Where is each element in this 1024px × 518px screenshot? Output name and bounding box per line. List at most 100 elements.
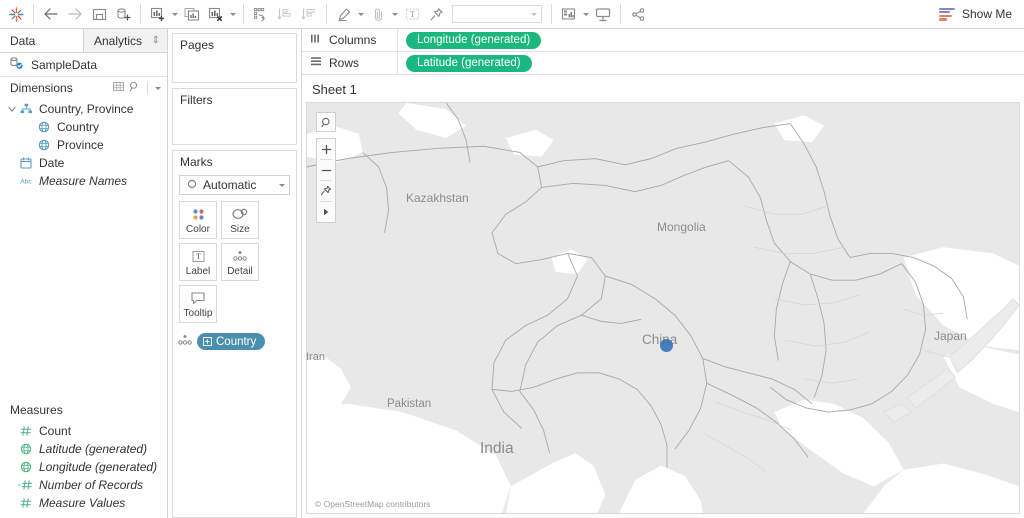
highlight-dropdown[interactable] bbox=[356, 3, 366, 25]
svg-text:Abc: Abc bbox=[20, 179, 32, 186]
map-options-button[interactable] bbox=[317, 202, 335, 222]
toolbar-divider bbox=[33, 4, 34, 24]
columns-pill-longitude[interactable]: Longitude (generated) bbox=[406, 31, 542, 49]
swap-rows-columns-icon[interactable] bbox=[249, 3, 273, 25]
columns-shelf[interactable]: Columns Longitude (generated) bbox=[302, 29, 1024, 52]
chart-clear-icon[interactable] bbox=[204, 3, 228, 25]
field-label: Latitude (generated) bbox=[39, 442, 148, 456]
rows-label: Rows bbox=[329, 56, 360, 70]
text-label-icon[interactable]: T bbox=[400, 3, 424, 25]
zoom-out-button[interactable] bbox=[317, 160, 335, 180]
field-count[interactable]: Count bbox=[0, 422, 167, 440]
share-icon[interactable] bbox=[626, 3, 650, 25]
marks-title: Marks bbox=[180, 155, 213, 169]
filters-title: Filters bbox=[180, 93, 213, 107]
toolbar-annotate-group: T bbox=[332, 0, 448, 28]
field-country[interactable]: Country bbox=[0, 118, 167, 136]
field-date[interactable]: Date bbox=[0, 154, 167, 172]
marks-size-button[interactable]: Size bbox=[221, 201, 259, 239]
marks-detail-label: Detail bbox=[227, 265, 253, 277]
field-longitude-generated[interactable]: Longitude (generated) bbox=[0, 458, 167, 476]
data-source-item[interactable]: SampleData bbox=[0, 53, 167, 77]
fit-selector[interactable] bbox=[452, 5, 542, 23]
marks-detail-button[interactable]: Detail bbox=[221, 243, 259, 281]
sort-descending-icon[interactable] bbox=[297, 3, 321, 25]
pages-card[interactable]: Pages bbox=[172, 33, 297, 83]
calendar-icon bbox=[18, 157, 34, 169]
grid-view-icon[interactable] bbox=[113, 81, 124, 95]
field-number-of-records[interactable]: Number of Records bbox=[0, 476, 167, 494]
field-latitude-generated[interactable]: Latitude (generated) bbox=[0, 440, 167, 458]
presentation-icon[interactable] bbox=[591, 3, 615, 25]
new-sheet-dropdown[interactable] bbox=[170, 3, 180, 25]
cards-dropdown[interactable] bbox=[581, 3, 591, 25]
pan-pin-button[interactable] bbox=[317, 181, 335, 201]
circle-outline-icon bbox=[187, 178, 197, 192]
marks-tooltip-button[interactable]: Tooltip bbox=[179, 285, 217, 323]
columns-shelf-label-group: Columns bbox=[302, 29, 398, 51]
map-label-japan: Japan bbox=[934, 329, 967, 343]
tab-analytics-label: Analytics bbox=[94, 33, 143, 48]
rows-pill-latitude[interactable]: Latitude (generated) bbox=[406, 54, 532, 72]
cards-column: Pages Filters Marks Automatic Color Size… bbox=[168, 29, 302, 518]
map-label-mongolia: Mongolia bbox=[657, 220, 706, 234]
show-me-button[interactable]: Show Me bbox=[938, 7, 1018, 21]
marks-country-pill[interactable]: Country bbox=[197, 333, 266, 350]
clear-sheet-dropdown[interactable] bbox=[228, 3, 238, 25]
map-label-india: India bbox=[480, 440, 514, 457]
chart-duplicate-icon[interactable] bbox=[180, 3, 204, 25]
database-add-icon[interactable] bbox=[111, 3, 135, 25]
tableau-logo-icon[interactable] bbox=[4, 3, 28, 25]
marks-label-button[interactable]: T Label bbox=[179, 243, 217, 281]
rows-shelf-drop-area[interactable]: Latitude (generated) bbox=[398, 52, 1024, 74]
forward-button[interactable] bbox=[63, 3, 87, 25]
rows-shelf[interactable]: Rows Latitude (generated) bbox=[302, 52, 1024, 75]
map-zoom-controls bbox=[316, 138, 336, 223]
data-source-icon bbox=[10, 56, 24, 73]
filters-card[interactable]: Filters bbox=[172, 88, 297, 145]
data-source-label: SampleData bbox=[31, 57, 98, 72]
marks-color-button[interactable]: Color bbox=[179, 201, 217, 239]
cards-icon[interactable] bbox=[557, 3, 581, 25]
columns-label: Columns bbox=[329, 33, 377, 47]
field-label: Count bbox=[39, 424, 72, 438]
dimensions-header-label: Dimensions bbox=[10, 81, 73, 95]
field-measure-values[interactable]: Measure Values bbox=[0, 494, 167, 512]
field-label: Number of Records bbox=[39, 478, 144, 492]
field-country-province[interactable]: Country, Province bbox=[0, 100, 167, 118]
map-attribution: © OpenStreetMap contributors bbox=[315, 499, 431, 509]
map-canvas[interactable] bbox=[307, 103, 1019, 513]
columns-shelf-drop-area[interactable]: Longitude (generated) bbox=[398, 29, 1024, 51]
search-icon[interactable] bbox=[129, 81, 140, 95]
china-data-point[interactable] bbox=[660, 339, 673, 352]
sort-ascending-icon[interactable] bbox=[273, 3, 297, 25]
map-search-button[interactable] bbox=[316, 112, 336, 132]
pushpin-icon[interactable] bbox=[424, 3, 448, 25]
chevron-down-icon[interactable] bbox=[155, 86, 161, 90]
sort-handle-icon[interactable]: ⇕ bbox=[152, 35, 160, 46]
map-controls bbox=[316, 112, 336, 223]
expand-chevron-icon[interactable] bbox=[6, 105, 18, 113]
rows-icon bbox=[310, 56, 322, 70]
mark-type-selector[interactable]: Automatic bbox=[179, 175, 290, 195]
paperclip-icon[interactable] bbox=[366, 3, 390, 25]
dimensions-empty-space bbox=[0, 190, 167, 399]
zoom-in-button[interactable] bbox=[317, 139, 335, 159]
tooltip-icon bbox=[190, 290, 206, 307]
svg-text:T: T bbox=[410, 10, 415, 19]
save-icon[interactable] bbox=[87, 3, 111, 25]
text-label-icon: T bbox=[191, 248, 206, 265]
chart-add-icon[interactable] bbox=[146, 3, 170, 25]
back-button[interactable] bbox=[39, 3, 63, 25]
field-label: Date bbox=[39, 156, 65, 170]
tab-analytics[interactable]: Analytics ⇕ bbox=[83, 29, 167, 52]
tab-data[interactable]: Data bbox=[0, 29, 83, 52]
highlighter-icon[interactable] bbox=[332, 3, 356, 25]
group-dropdown[interactable] bbox=[390, 3, 400, 25]
measures-section: Measures Count Latitude (generated) Long… bbox=[0, 399, 167, 518]
field-measure-names[interactable]: Abc Measure Names bbox=[0, 172, 167, 190]
marks-pill-row: Country bbox=[173, 323, 296, 350]
geo-globe-icon bbox=[36, 139, 52, 151]
field-province[interactable]: Province bbox=[0, 136, 167, 154]
map-visualization[interactable]: Kazakhstan Mongolia Japan China Iran Pak… bbox=[306, 102, 1020, 514]
